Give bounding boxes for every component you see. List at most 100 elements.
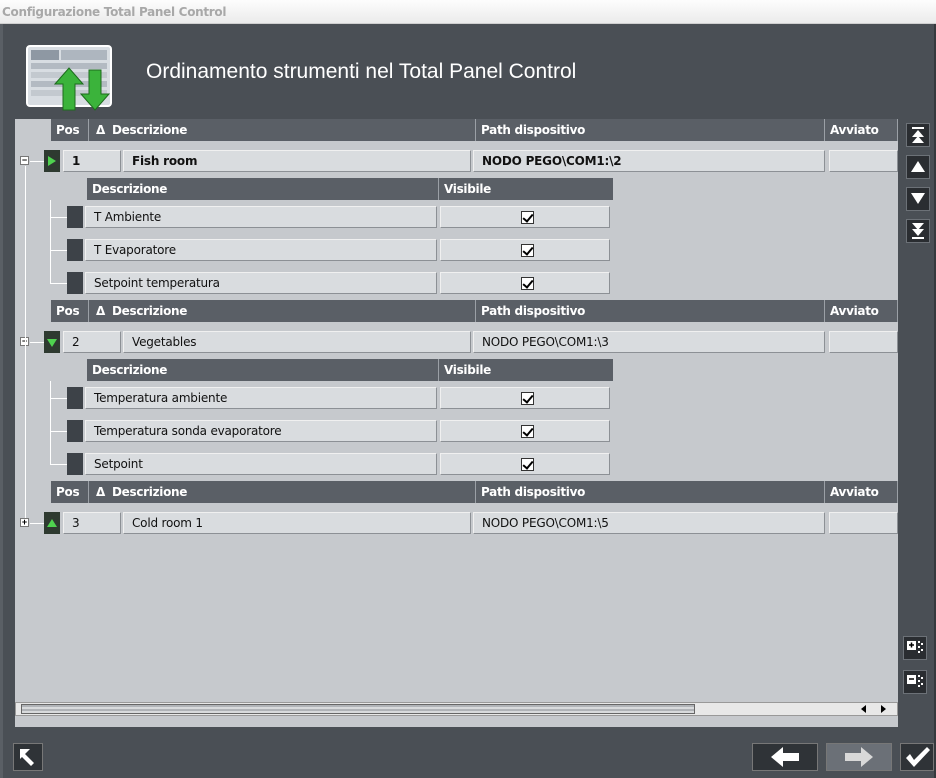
tree-line xyxy=(25,166,26,518)
scroll-right-icon[interactable] xyxy=(881,705,886,713)
sub-col-header-descrizione[interactable]: Descrizione xyxy=(87,178,439,200)
device-avviato-cell[interactable] xyxy=(829,331,898,353)
collapse-all-icon xyxy=(907,675,923,687)
table-header-row: Pos Δ Descrizione Path dispositivo Avviato xyxy=(51,119,898,141)
move-up-icon xyxy=(911,161,925,172)
tree-line xyxy=(30,523,44,524)
col-header-pos[interactable]: Pos xyxy=(51,300,89,322)
sub-header-row: Descrizione Visibile xyxy=(87,359,613,381)
item-row-handle[interactable] xyxy=(67,206,83,228)
sub-col-header-visibile[interactable]: Visibile xyxy=(439,359,613,381)
device-pos-cell: 2 xyxy=(63,331,121,353)
total-panel-logo-icon xyxy=(26,45,112,111)
item-row-handle[interactable] xyxy=(67,387,83,409)
move-down-button[interactable] xyxy=(906,187,930,211)
scrollbar-thumb[interactable] xyxy=(21,704,695,714)
tree-line xyxy=(50,431,67,432)
table-header-row: Pos Δ Descrizione Path dispositivo Avviato xyxy=(51,300,898,322)
tree-line xyxy=(50,200,51,283)
move-up-button[interactable] xyxy=(906,155,930,179)
expanded-arrow-icon xyxy=(47,339,57,347)
item-description-cell: T Evaporatore xyxy=(85,239,437,261)
item-visible-cell[interactable] xyxy=(440,272,610,294)
device-status-indicator[interactable] xyxy=(44,150,60,172)
device-name-cell: Vegetables xyxy=(123,331,471,353)
device-avviato-cell[interactable] xyxy=(829,512,898,534)
item-description-cell: Temperatura ambiente xyxy=(85,387,437,409)
collapse-all-button[interactable] xyxy=(903,670,927,694)
device-path-cell: NODO PEGO\COM1:\3 xyxy=(473,331,825,353)
item-description-cell: Temperatura sonda evaporatore xyxy=(85,420,437,442)
visible-checkbox[interactable] xyxy=(521,244,534,257)
col-header-path[interactable]: Path dispositivo xyxy=(476,481,825,503)
tree-line xyxy=(50,250,67,251)
item-visible-cell[interactable] xyxy=(440,420,610,442)
move-top-button[interactable] xyxy=(906,123,930,147)
col-header-pos[interactable]: Pos xyxy=(51,481,89,503)
confirm-icon xyxy=(906,747,930,767)
move-top-icon xyxy=(912,127,924,143)
sub-header-row: Descrizione Visibile xyxy=(87,178,613,200)
device-avviato-cell[interactable] xyxy=(829,150,898,172)
item-visible-cell[interactable] xyxy=(440,453,610,475)
col-header-path[interactable]: Path dispositivo xyxy=(476,300,825,322)
tree-line xyxy=(50,217,67,218)
item-description-cell: T Ambiente xyxy=(85,206,437,228)
next-button[interactable] xyxy=(826,743,892,771)
window-title: Configurazione Total Panel Control xyxy=(2,5,227,19)
scroll-left-icon[interactable] xyxy=(861,705,866,713)
visible-checkbox[interactable] xyxy=(521,211,534,224)
window-titlebar: Configurazione Total Panel Control xyxy=(0,0,936,24)
back-icon xyxy=(20,749,34,766)
col-header-descrizione[interactable]: Descrizione xyxy=(107,119,476,141)
visible-checkbox[interactable] xyxy=(521,392,534,405)
col-header-avviato[interactable]: Avviato xyxy=(825,119,898,141)
device-tree-table: Pos Δ Descrizione Path dispositivo Avviato − 1… xyxy=(15,119,898,727)
confirm-button[interactable] xyxy=(900,743,934,771)
move-bottom-button[interactable] xyxy=(906,219,930,243)
item-description-cell: Setpoint xyxy=(85,453,437,475)
item-visible-cell[interactable] xyxy=(440,239,610,261)
expand-all-icon xyxy=(907,641,923,653)
item-row-handle[interactable] xyxy=(67,272,83,294)
page-title: Ordinamento strumenti nel Total Panel Co… xyxy=(146,60,577,83)
expand-all-button[interactable] xyxy=(903,636,927,660)
next-icon xyxy=(845,747,873,767)
sub-col-header-visibile[interactable]: Visibile xyxy=(439,178,613,200)
item-row-handle[interactable] xyxy=(67,239,83,261)
horizontal-scrollbar[interactable] xyxy=(15,702,898,716)
back-button[interactable] xyxy=(13,743,43,771)
move-down-icon xyxy=(911,193,925,204)
item-visible-cell[interactable] xyxy=(440,387,610,409)
col-header-avviato[interactable]: Avviato xyxy=(825,481,898,503)
device-path-cell: NODO PEGO\COM1:\5 xyxy=(473,512,825,534)
col-header-descrizione[interactable]: Descrizione xyxy=(107,481,476,503)
sub-col-header-descrizione[interactable]: Descrizione xyxy=(87,359,439,381)
item-row-handle[interactable] xyxy=(67,453,83,475)
col-header-path[interactable]: Path dispositivo xyxy=(476,119,825,141)
previous-button[interactable] xyxy=(752,743,818,771)
tree-expander-icon[interactable]: + xyxy=(20,518,29,527)
collapsed-arrow-icon xyxy=(47,519,57,527)
item-row-handle[interactable] xyxy=(67,420,83,442)
tree-expander-icon[interactable]: − xyxy=(20,156,29,165)
visible-checkbox[interactable] xyxy=(521,458,534,471)
tree-line xyxy=(30,342,44,343)
move-bottom-icon xyxy=(912,223,924,239)
visible-checkbox[interactable] xyxy=(521,425,534,438)
table-header-row: Pos Δ Descrizione Path dispositivo Avviato xyxy=(51,481,898,503)
visible-checkbox[interactable] xyxy=(521,277,534,290)
device-status-indicator[interactable] xyxy=(44,331,60,353)
col-header-pos[interactable]: Pos xyxy=(51,119,89,141)
device-status-indicator[interactable] xyxy=(44,512,60,534)
col-header-descrizione[interactable]: Descrizione xyxy=(107,300,476,322)
device-pos-cell: 3 xyxy=(63,512,121,534)
col-header-avviato[interactable]: Avviato xyxy=(825,300,898,322)
play-icon xyxy=(48,156,56,166)
item-visible-cell[interactable] xyxy=(440,206,610,228)
device-path-cell: NODO PEGO\COM1:\2 xyxy=(473,150,825,172)
tree-line xyxy=(50,398,67,399)
device-name-cell: Cold room 1 xyxy=(123,512,471,534)
tree-line xyxy=(50,464,67,465)
device-name-cell: Fish room xyxy=(123,150,471,172)
